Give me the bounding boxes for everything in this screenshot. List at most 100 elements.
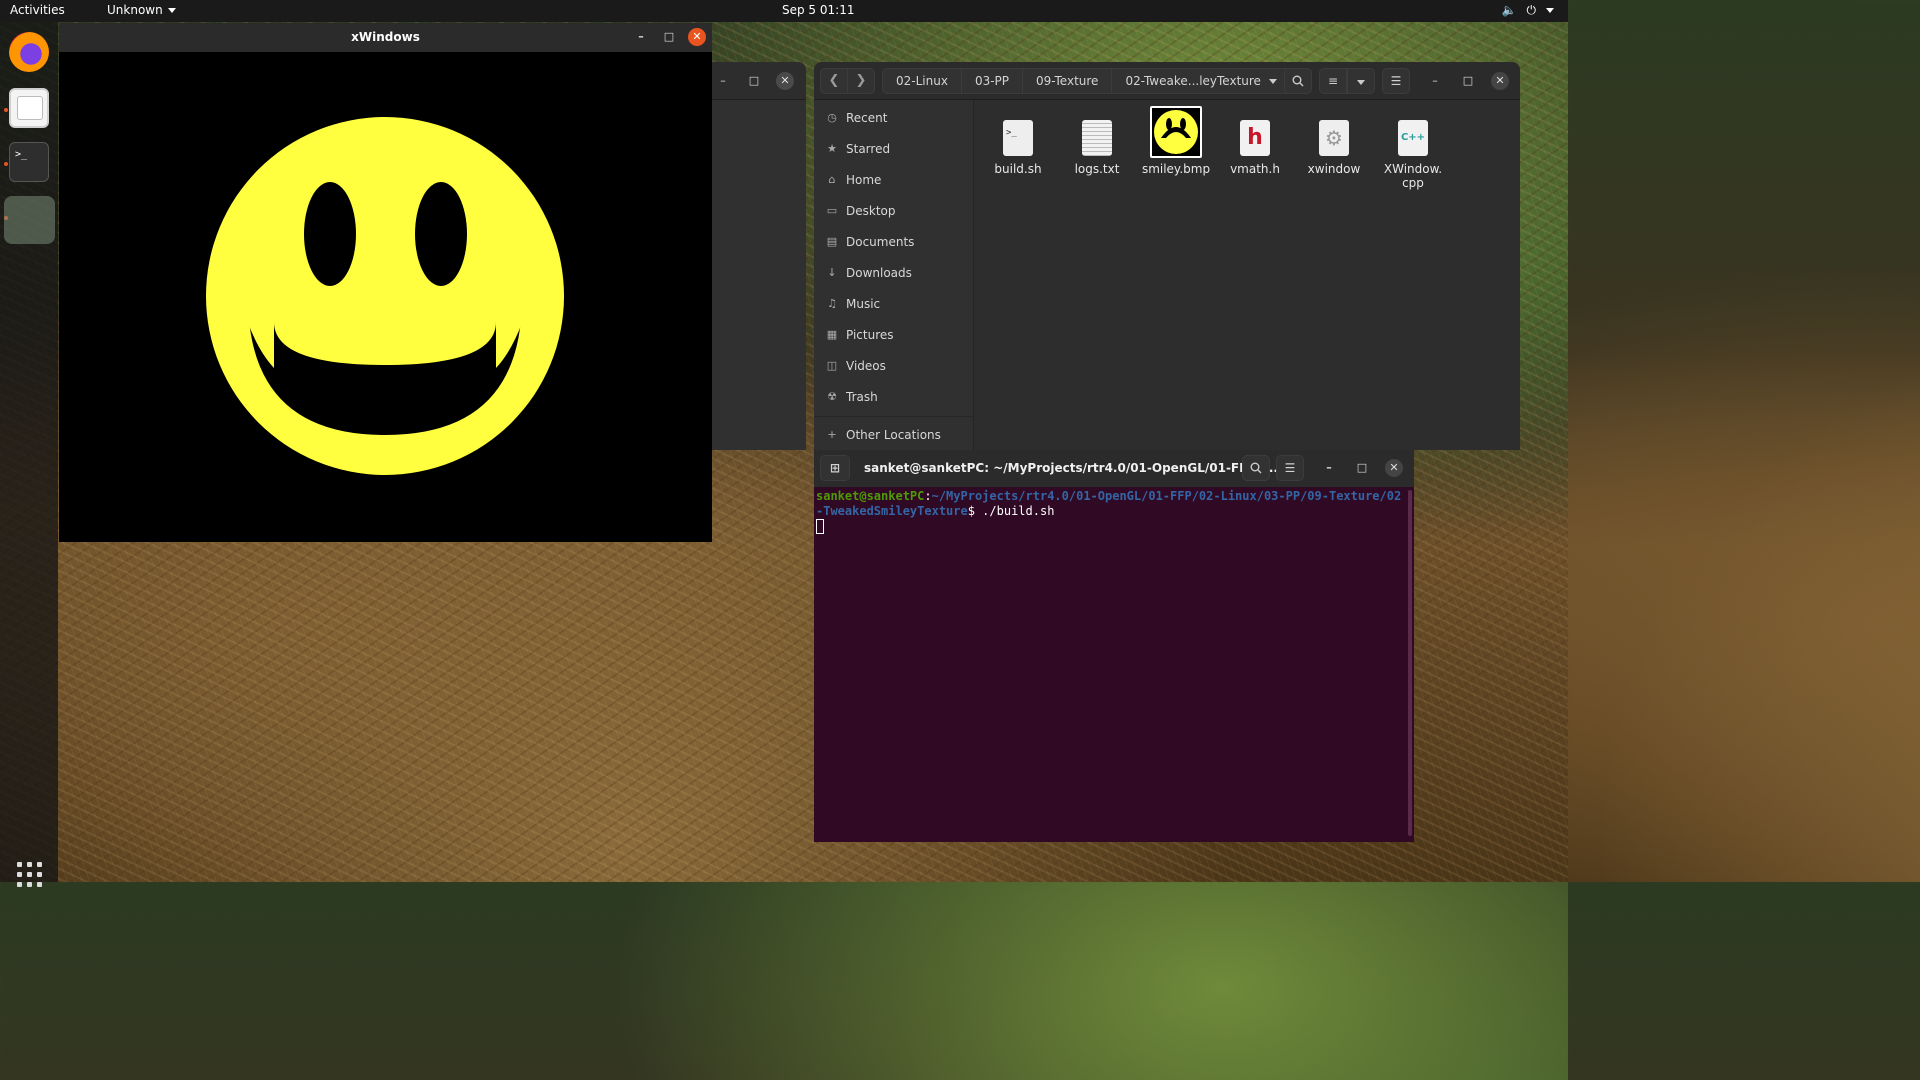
sidebar-item-downloads[interactable]: ↓ Downloads: [826, 263, 912, 283]
video-icon: ◫: [826, 359, 838, 372]
power-icon[interactable]: ⏻: [1527, 3, 1537, 18]
search-icon: [1250, 462, 1262, 474]
file-item[interactable]: >_ build.sh: [981, 106, 1055, 176]
search-icon: [1292, 75, 1304, 87]
volume-icon[interactable]: 🔈: [1502, 3, 1517, 18]
image-thumbnail-icon: [1150, 106, 1202, 158]
terminal-headerbar[interactable]: ⊞ sanket@sanketPC: ~/MyProjects/rtr4.0/0…: [814, 450, 1414, 487]
maximize-icon[interactable]: □: [660, 28, 678, 46]
files-icon[interactable]: [9, 88, 49, 128]
main-menu-button[interactable]: ☰: [1382, 68, 1410, 94]
smiley-face: [206, 117, 564, 475]
new-tab-button[interactable]: ⊞: [820, 455, 850, 481]
breadcrumb-current-label: 02-Tweake...leyTexture: [1125, 74, 1261, 88]
sidebar-item-videos[interactable]: ◫ Videos: [826, 356, 886, 376]
smiley-right-eye: [415, 182, 467, 286]
gear-icon: ⚙: [1319, 120, 1349, 156]
maximize-icon[interactable]: □: [1353, 459, 1371, 477]
breadcrumb-item-current[interactable]: 02-Tweake...leyTexture: [1112, 69, 1290, 93]
minimize-icon[interactable]: –: [632, 28, 650, 46]
close-icon[interactable]: ✕: [1491, 72, 1509, 90]
minimize-icon[interactable]: –: [1320, 459, 1338, 477]
sidebar-item-starred[interactable]: ★ Starred: [826, 139, 890, 159]
activities-button[interactable]: Activities: [10, 3, 65, 17]
main-menu-button[interactable]: ☰: [1276, 455, 1304, 481]
xwindows-window[interactable]: xWindows – □ ✕: [59, 23, 712, 542]
forward-button[interactable]: ❯: [847, 68, 875, 94]
breadcrumb-item[interactable]: 02-Linux: [883, 69, 962, 93]
window-title: sanket@sanketPC: ~/MyProjects/rtr4.0/01-…: [864, 461, 1283, 475]
file-manager-window[interactable]: ❮ ❯ 02-Linux 03-PP 09-Texture 02-Tweake.…: [814, 62, 1520, 450]
clock[interactable]: Sep 5 01:11: [782, 3, 854, 17]
sidebar-item-pictures[interactable]: ▦ Pictures: [826, 325, 894, 345]
close-icon[interactable]: ✕: [1385, 459, 1403, 477]
home-icon: ⌂: [828, 173, 836, 186]
file-item-selected[interactable]: smiley.bmp: [1139, 106, 1213, 176]
dock: >_: [0, 22, 58, 887]
text-file-icon: [1082, 120, 1112, 156]
breadcrumb-item[interactable]: 09-Texture: [1023, 69, 1113, 93]
window-title: xWindows: [351, 30, 420, 44]
sidebar-item-label: Pictures: [846, 328, 894, 342]
terminal-icon[interactable]: >_: [9, 142, 49, 182]
xwindow-app-icon[interactable]: [4, 196, 55, 244]
firefox-icon[interactable]: [9, 32, 49, 72]
opengl-canvas[interactable]: [59, 52, 712, 542]
sidebar-item-music[interactable]: ♫ Music: [826, 294, 880, 314]
maximize-icon[interactable]: □: [745, 72, 763, 90]
minimize-icon[interactable]: –: [714, 72, 732, 90]
window-titlebar[interactable]: xWindows – □ ✕: [59, 23, 712, 52]
file-item[interactable]: C++ XWindow. cpp: [1376, 106, 1450, 190]
terminal-command: ./build.sh: [982, 504, 1055, 518]
sidebar-item-recent[interactable]: ◷ Recent: [826, 108, 887, 128]
sidebar-item-home[interactable]: ⌂ Home: [826, 170, 882, 190]
download-icon: ↓: [827, 266, 837, 279]
close-icon[interactable]: ✕: [688, 28, 706, 46]
view-list-button[interactable]: ≡: [1319, 68, 1347, 94]
maximize-icon[interactable]: □: [1459, 72, 1477, 90]
app-menu-label: Unknown: [107, 3, 163, 17]
system-tray[interactable]: 🔈 ⏻: [1502, 3, 1554, 18]
chevron-down-icon: [1268, 78, 1277, 84]
sidebar-item-label: Other Locations: [846, 428, 941, 442]
sidebar-item-trash[interactable]: ☢ Trash: [826, 387, 878, 407]
chevron-down-icon: [167, 7, 176, 13]
window-titlebar[interactable]: – □ ✕: [712, 62, 806, 100]
music-icon: ♫: [827, 297, 837, 310]
background-files-window[interactable]: – □ ✕: [712, 62, 806, 450]
sidebar-item-label: Starred: [846, 142, 891, 156]
sidebar-item-desktop[interactable]: ▭ Desktop: [826, 201, 896, 221]
minimize-icon[interactable]: –: [1426, 72, 1444, 90]
prompt-separator: :: [924, 489, 932, 503]
sidebar-item-other-locations[interactable]: + Other Locations: [826, 425, 941, 445]
chevron-down-icon: [1357, 80, 1365, 85]
file-item[interactable]: logs.txt: [1060, 106, 1134, 176]
file-name: XWindow. cpp: [1383, 162, 1443, 190]
file-manager-headerbar[interactable]: ❮ ❯ 02-Linux 03-PP 09-Texture 02-Tweake.…: [814, 62, 1520, 100]
terminal-output[interactable]: sanket@sanketPC:~/MyProjects/rtr4.0/01-O…: [816, 489, 1406, 534]
breadcrumb-item[interactable]: 03-PP: [962, 69, 1024, 93]
close-icon[interactable]: ✕: [776, 72, 794, 90]
back-button[interactable]: ❮: [820, 68, 848, 94]
view-options-button[interactable]: [1347, 68, 1375, 94]
sidebar-item-documents[interactable]: ▤ Documents: [826, 232, 915, 252]
file-name: vmath.h: [1230, 162, 1280, 176]
terminal-scrollbar[interactable]: [1408, 490, 1412, 836]
sidebar-divider: [814, 416, 974, 417]
search-button[interactable]: [1284, 68, 1312, 94]
trash-icon: ☢: [827, 390, 837, 403]
file-name: smiley.bmp: [1141, 162, 1211, 176]
search-button[interactable]: [1242, 455, 1270, 481]
prompt-symbol: $: [967, 504, 983, 518]
terminal-window[interactable]: ⊞ sanket@sanketPC: ~/MyProjects/rtr4.0/0…: [814, 450, 1414, 842]
app-menu[interactable]: Unknown: [107, 3, 176, 17]
smiley-left-eye: [304, 182, 356, 286]
show-applications-icon[interactable]: [17, 862, 43, 888]
running-indicator: [4, 162, 8, 166]
file-item[interactable]: ⚙ xwindow: [1297, 106, 1371, 176]
breadcrumb: 02-Linux 03-PP 09-Texture 02-Tweake...le…: [882, 68, 1291, 94]
file-item[interactable]: h vmath.h: [1218, 106, 1292, 176]
chevron-down-icon[interactable]: [1546, 8, 1554, 13]
file-name: logs.txt: [1074, 162, 1120, 176]
sidebar-item-label: Home: [846, 173, 882, 187]
